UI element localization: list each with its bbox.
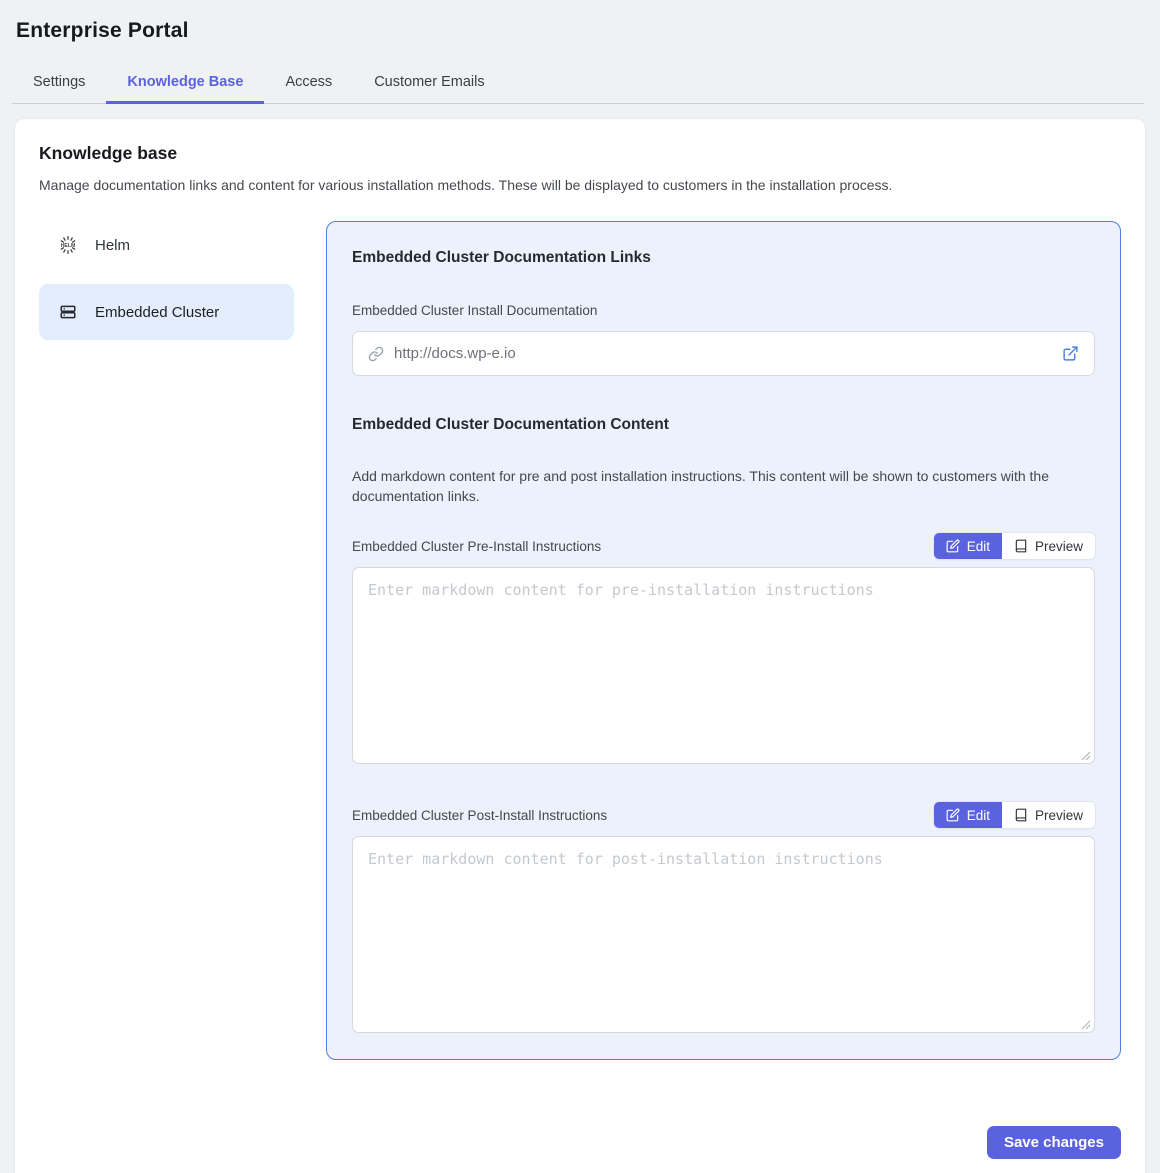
tab-access[interactable]: Access [264,62,353,103]
tab-bar: Settings Knowledge Base Access Customer … [12,62,1144,104]
post-install-textarea[interactable] [352,836,1095,1033]
pre-install-header-row: Embedded Cluster Pre-Install Instruction… [352,533,1095,559]
book-icon [1014,539,1028,553]
post-install-edit-button[interactable]: Edit [934,802,1002,828]
install-doc-field [352,331,1095,376]
links-section-heading: Embedded Cluster Documentation Links [352,249,1095,267]
post-install-mode-toggle: Edit Preview [934,802,1095,828]
tab-customer-emails[interactable]: Customer Emails [353,62,505,103]
embedded-cluster-panel: Embedded Cluster Documentation Links Emb… [326,221,1121,1060]
app-title: Enterprise Portal [16,19,1144,43]
edit-icon [946,539,960,553]
pre-install-textarea[interactable] [352,567,1095,764]
post-install-preview-button[interactable]: Preview [1002,802,1095,828]
pre-install-label: Embedded Cluster Pre-Install Instruction… [352,539,601,554]
pre-install-preview-button[interactable]: Preview [1002,533,1095,559]
knowledge-base-card: Knowledge base Manage documentation link… [14,118,1146,1173]
link-icon [368,346,384,362]
sidebar-item-embedded-cluster[interactable]: Embedded Cluster [39,284,294,340]
app-header: Enterprise Portal [0,0,1160,43]
pre-install-editor [352,567,1095,764]
helm-logo-icon: HELM [58,235,78,255]
resize-handle-icon[interactable] [1080,748,1091,759]
page-title: Knowledge base [39,143,1121,164]
content-row: HELM Helm Embedded Cluster Embedde [39,221,1121,1060]
resize-handle-icon[interactable] [1080,1017,1091,1028]
tab-knowledge-base[interactable]: Knowledge Base [106,62,264,103]
save-changes-button[interactable]: Save changes [987,1126,1121,1159]
post-install-header-row: Embedded Cluster Post-Install Instructio… [352,802,1095,828]
content-section-description: Add markdown content for pre and post in… [352,466,1095,506]
external-link-icon[interactable] [1062,345,1079,362]
content-section-heading: Embedded Cluster Documentation Content [352,416,1095,434]
pre-install-edit-button[interactable]: Edit [934,533,1002,559]
sidebar-item-label: Embedded Cluster [95,304,219,321]
post-install-label: Embedded Cluster Post-Install Instructio… [352,808,607,823]
save-row: Save changes [39,1126,1121,1159]
install-doc-label: Embedded Cluster Install Documentation [352,303,1095,318]
post-install-editor [352,836,1095,1033]
page-description: Manage documentation links and content f… [39,177,1121,193]
pre-install-mode-toggle: Edit Preview [934,533,1095,559]
tab-settings[interactable]: Settings [12,62,106,103]
edit-icon [946,808,960,822]
sidebar-item-label: Helm [95,237,130,254]
svg-text:HELM: HELM [61,243,76,249]
sidebar-item-helm[interactable]: HELM Helm [39,221,294,269]
install-method-nav: HELM Helm Embedded Cluster [39,221,294,340]
server-stack-icon [58,303,78,321]
book-icon [1014,808,1028,822]
install-doc-url-input[interactable] [394,345,1052,362]
